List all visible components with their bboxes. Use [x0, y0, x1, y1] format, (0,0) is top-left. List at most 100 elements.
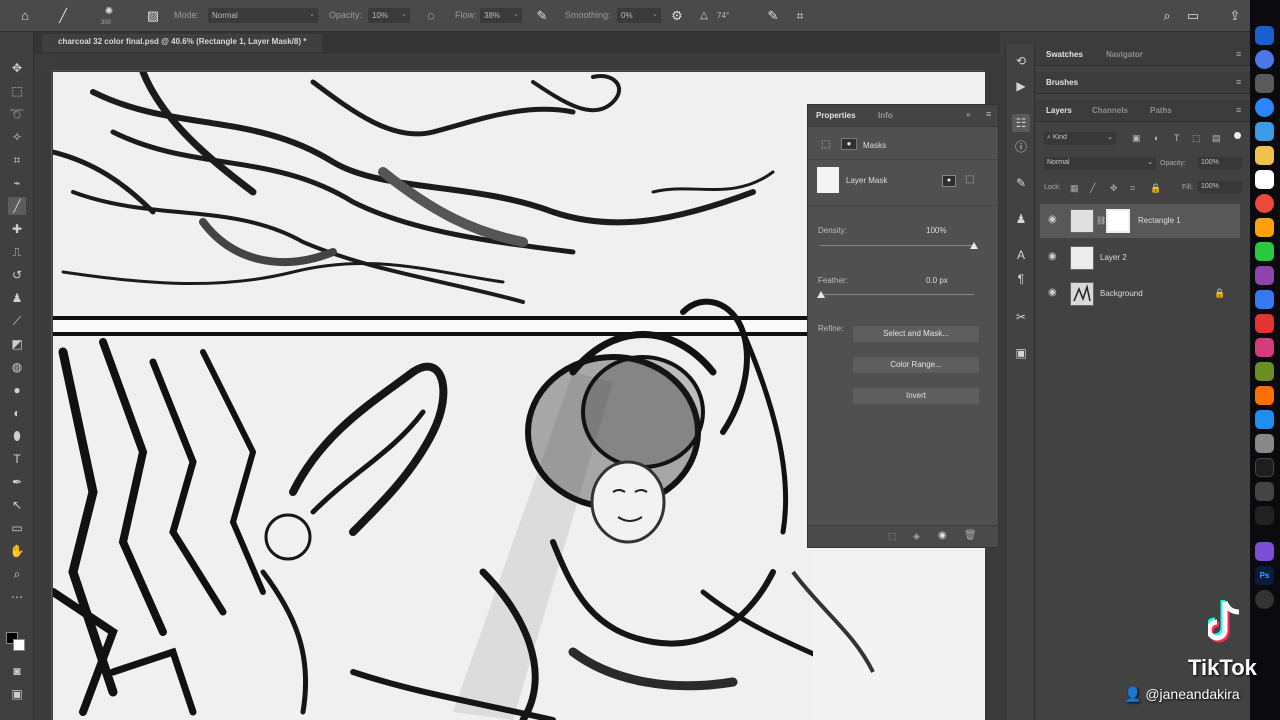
- layer-name[interactable]: Layer 2: [1100, 253, 1127, 262]
- invert-button[interactable]: Invert: [853, 388, 979, 404]
- pixel-mask-icon[interactable]: ⬚: [821, 139, 830, 150]
- tool-presets-icon[interactable]: ✂: [1012, 308, 1030, 326]
- paragraph-icon[interactable]: ¶: [1012, 270, 1030, 288]
- brush-tool-icon[interactable]: ╱: [8, 197, 26, 215]
- panel-menu-icon[interactable]: ≡: [1236, 77, 1241, 87]
- type-tool-icon[interactable]: T: [8, 450, 26, 468]
- preview-app-icon[interactable]: [1255, 482, 1274, 501]
- mail-app-icon[interactable]: [1255, 122, 1274, 141]
- app-icon[interactable]: [1255, 590, 1274, 609]
- stamp-icon[interactable]: ♟: [8, 289, 26, 307]
- more-tools-icon[interactable]: ⋯: [8, 588, 26, 606]
- zoom-tool-icon[interactable]: ⌕: [8, 565, 26, 583]
- mode-select[interactable]: Normal ⌄: [208, 8, 318, 23]
- load-selection-icon[interactable]: ⬚: [888, 531, 897, 542]
- lock-artboard-icon[interactable]: ⌗: [1130, 183, 1135, 194]
- filter-type-icon[interactable]: T: [1174, 133, 1180, 143]
- pen-tool-icon[interactable]: ✒: [8, 473, 26, 491]
- eyedropper-tool-icon[interactable]: ⌁: [8, 174, 26, 192]
- launchpad-app-icon[interactable]: [1255, 50, 1274, 69]
- settings-app-icon[interactable]: [1255, 434, 1274, 453]
- trash-icon[interactable]: 🗑: [964, 530, 977, 541]
- eye-icon[interactable]: ◉: [1048, 251, 1057, 262]
- photoshop-app-icon[interactable]: Ps: [1255, 566, 1274, 585]
- hand-tool-icon[interactable]: ✋: [8, 542, 26, 560]
- finder-app-icon[interactable]: [1255, 26, 1274, 45]
- pages-app-icon[interactable]: [1255, 386, 1274, 405]
- tab-layers[interactable]: Layers: [1046, 106, 1072, 115]
- lock-all-icon[interactable]: 🔒: [1150, 183, 1161, 194]
- pressure-opacity-icon[interactable]: ◌: [422, 7, 440, 25]
- filter-shape-icon[interactable]: ⬚: [1192, 133, 1201, 144]
- brush-settings-icon[interactable]: ▨: [144, 7, 162, 25]
- music-app-icon[interactable]: [1255, 338, 1274, 357]
- density-slider[interactable]: [820, 245, 974, 246]
- mixer-brush-icon[interactable]: ⟋: [8, 312, 26, 330]
- system-app-icon[interactable]: [1255, 74, 1274, 93]
- layer-name[interactable]: Background: [1100, 289, 1143, 298]
- character-icon[interactable]: A: [1012, 246, 1030, 264]
- smoothing-field[interactable]: 0% ⌄: [617, 8, 661, 23]
- photos-app-icon[interactable]: [1255, 218, 1274, 237]
- safari-app-icon[interactable]: [1255, 98, 1274, 117]
- feather-slider-knob[interactable]: [817, 291, 825, 298]
- lock-transparent-icon[interactable]: ▦: [1070, 183, 1079, 194]
- activity-app-icon[interactable]: [1255, 506, 1274, 525]
- panel-menu-icon[interactable]: ≡: [986, 109, 991, 119]
- feather-slider[interactable]: [820, 294, 974, 295]
- feather-value[interactable]: 0.0 px: [926, 276, 948, 285]
- procreate-app-icon[interactable]: [1255, 542, 1274, 561]
- rectangle-tool-icon[interactable]: ▭: [8, 519, 26, 537]
- layer-mask-thumbnail[interactable]: [1106, 209, 1130, 233]
- filter-adjustment-icon[interactable]: ◐: [1154, 133, 1159, 143]
- brush-size-picker-icon[interactable]: ✺: [100, 3, 118, 21]
- layer-mask-icon[interactable]: ●: [841, 138, 857, 150]
- screen-mode-icon[interactable]: ▣: [8, 685, 26, 703]
- dodge-tool-icon[interactable]: ◐: [8, 404, 26, 422]
- lasso-tool-icon[interactable]: ➰: [8, 105, 26, 123]
- tab-navigator[interactable]: Navigator: [1106, 50, 1143, 59]
- density-value[interactable]: 100%: [926, 226, 946, 235]
- layer-opacity-field[interactable]: 100%: [1198, 157, 1242, 170]
- panel-menu-icon[interactable]: ≡: [1236, 49, 1241, 59]
- layer-row-background[interactable]: ◉ Background 🔒: [1040, 277, 1240, 311]
- lock-position-icon[interactable]: ✥: [1110, 183, 1118, 194]
- terminal-app-icon[interactable]: [1255, 458, 1274, 477]
- path-select-icon[interactable]: ↖: [8, 496, 26, 514]
- layer-name[interactable]: Rectangle 1: [1138, 216, 1181, 225]
- app-store-icon[interactable]: [1255, 410, 1274, 429]
- clone-stamp-icon[interactable]: ⎍: [8, 243, 26, 261]
- layer-row-rectangle-1[interactable]: ◉ ⛓ Rectangle 1: [1040, 204, 1240, 238]
- filter-pixel-icon[interactable]: ▣: [1132, 133, 1141, 144]
- symmetry-icon[interactable]: ⌗: [791, 7, 809, 25]
- calendar-app-icon[interactable]: [1255, 170, 1274, 189]
- brush-settings-icon[interactable]: ✎: [1012, 174, 1030, 192]
- select-and-mask-button[interactable]: Select and Mask...: [853, 326, 979, 342]
- fill-field[interactable]: 100%: [1198, 181, 1242, 194]
- workspace-icon[interactable]: ▭: [1184, 7, 1202, 25]
- document-tab[interactable]: charcoal 32 color final.psd @ 40.6% (Rec…: [42, 34, 323, 52]
- layer-row-layer-2[interactable]: ◉ Layer 2: [1040, 241, 1240, 275]
- eye-icon[interactable]: ◉: [1048, 287, 1057, 298]
- quick-mask-icon[interactable]: ◙: [8, 662, 26, 680]
- lock-image-icon[interactable]: ╱: [1090, 183, 1095, 194]
- brush-tool-preset-icon[interactable]: ╱: [54, 7, 72, 25]
- eraser-tool-icon[interactable]: ◩: [8, 335, 26, 353]
- tab-info[interactable]: Info: [878, 111, 893, 120]
- filter-toggle[interactable]: [1234, 132, 1241, 139]
- density-slider-knob[interactable]: [970, 242, 978, 249]
- layer-filter-select[interactable]: ⌕ Kind ⌄: [1044, 132, 1116, 145]
- airbrush-icon[interactable]: ✎: [533, 7, 551, 25]
- pressure-size-icon[interactable]: ✎: [764, 7, 782, 25]
- mask-visibility-icon[interactable]: ●: [942, 175, 956, 187]
- info-icon[interactable]: ⓘ: [1012, 138, 1030, 156]
- tab-brushes[interactable]: Brushes: [1046, 78, 1078, 87]
- apply-mask-icon[interactable]: ◈: [913, 531, 920, 542]
- color-range-button[interactable]: Color Range...: [853, 357, 979, 373]
- panel-menu-icon[interactable]: ≡: [1236, 105, 1241, 115]
- move-tool-icon[interactable]: ✥: [8, 59, 26, 77]
- clone-source-icon[interactable]: ♟: [1012, 210, 1030, 228]
- gear-icon[interactable]: ⚙: [668, 7, 686, 25]
- eye-icon[interactable]: ◉: [1048, 214, 1057, 225]
- tab-swatches[interactable]: Swatches: [1046, 50, 1083, 59]
